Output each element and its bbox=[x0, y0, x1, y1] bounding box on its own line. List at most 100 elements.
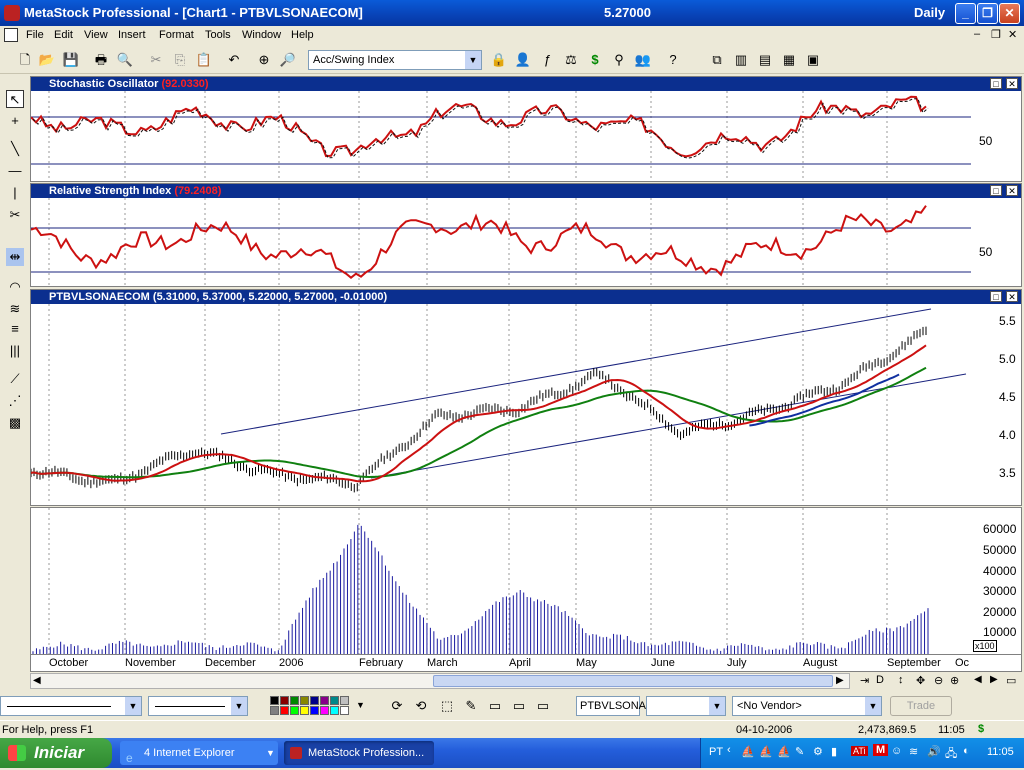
doc-icon[interactable] bbox=[4, 28, 18, 42]
menu-insert[interactable]: Insert bbox=[118, 29, 146, 41]
dollar-icon[interactable]: $ bbox=[586, 51, 604, 69]
panel-maximize-icon[interactable]: □ bbox=[990, 78, 1002, 89]
horizontal-scrollbar[interactable]: ◀ ▶ bbox=[30, 673, 850, 689]
color-swatch[interactable] bbox=[340, 696, 349, 705]
color-swatch[interactable] bbox=[320, 696, 329, 705]
indicator-select[interactable]: Acc/Swing Index ▼ bbox=[308, 50, 482, 70]
tray-pen-icon[interactable]: ✎ bbox=[795, 745, 804, 758]
tray-device-icon[interactable]: ▮ bbox=[831, 745, 837, 758]
new-icon[interactable]: 🗋 bbox=[16, 51, 34, 69]
scroll-right-icon[interactable]: ▶ bbox=[836, 675, 844, 686]
menu-file[interactable]: File bbox=[26, 29, 44, 41]
formula-icon[interactable]: ƒ bbox=[538, 51, 556, 69]
mdi-close-icon[interactable]: ✕ bbox=[1008, 28, 1017, 41]
menu-view[interactable]: View bbox=[84, 29, 108, 41]
menu-help[interactable]: Help bbox=[291, 29, 314, 41]
panel-maximize-icon[interactable]: □ bbox=[990, 185, 1002, 196]
task-internet-explorer[interactable]: e 4 Internet Explorer ▼ bbox=[120, 741, 278, 765]
refresh-icon[interactable]: ⟳ bbox=[388, 697, 406, 715]
layout-3-icon[interactable]: ▭ bbox=[534, 697, 552, 715]
trade-button[interactable]: Trade bbox=[890, 696, 952, 716]
arrange-icon[interactable]: ▣ bbox=[804, 51, 822, 69]
tile-grid-icon[interactable]: ▦ bbox=[780, 51, 798, 69]
zoom-in-icon[interactable]: ⊕ bbox=[950, 674, 959, 687]
color-swatch[interactable] bbox=[270, 706, 279, 715]
panel-close-icon[interactable]: ✕ bbox=[1006, 78, 1018, 89]
color-swatch[interactable] bbox=[270, 696, 279, 705]
open-icon[interactable]: 📂 bbox=[38, 51, 56, 69]
security-field[interactable]: PTBVLSONA bbox=[576, 696, 646, 716]
ati-icon[interactable]: ATi bbox=[851, 746, 868, 756]
start-button[interactable]: Iniciar bbox=[0, 738, 112, 768]
scissors-icon[interactable]: ✂ bbox=[6, 206, 24, 224]
color-swatch[interactable] bbox=[340, 706, 349, 715]
undo-icon[interactable]: ↶ bbox=[225, 51, 243, 69]
volume-panel[interactable]: 60000 50000 40000 30000 20000 10000 x100… bbox=[30, 507, 1022, 672]
tray-app-icon[interactable]: ⛵ bbox=[741, 745, 755, 758]
rsi-panel[interactable]: Relative Strength Index (79.2408) □ ✕ 50 bbox=[30, 183, 1022, 287]
stochastic-panel[interactable]: Stochastic Oscillator (92.0330) □ ✕ 50 bbox=[30, 76, 1022, 182]
color-swatch[interactable] bbox=[300, 706, 309, 715]
line-style-select[interactable]: ▼ bbox=[0, 696, 142, 716]
system-tester-icon[interactable]: ⚖ bbox=[562, 51, 580, 69]
save-icon[interactable]: 💾 bbox=[62, 51, 80, 69]
menu-format[interactable]: Format bbox=[159, 29, 194, 41]
color-swatch[interactable] bbox=[330, 706, 339, 715]
fibonacci-icon[interactable]: ≡ bbox=[6, 320, 24, 338]
speedline-icon[interactable]: ≋ bbox=[6, 300, 24, 318]
copy-icon[interactable]: ⎘ bbox=[171, 51, 189, 69]
people-icon[interactable]: 👥 bbox=[634, 51, 652, 69]
color-palette[interactable] bbox=[270, 696, 354, 716]
panel-close-icon[interactable]: ✕ bbox=[1006, 185, 1018, 196]
raff-icon[interactable]: ⟋ bbox=[6, 370, 24, 388]
vendor-select[interactable]: <No Vendor> ▼ bbox=[732, 696, 882, 716]
tray-back-icon[interactable]: ‹ bbox=[727, 744, 731, 756]
color-swatch[interactable] bbox=[320, 706, 329, 715]
panel-maximize-icon[interactable]: □ bbox=[990, 291, 1002, 302]
print-preview-icon[interactable]: 🔍 bbox=[116, 51, 134, 69]
cross-icon[interactable]: + bbox=[6, 112, 24, 130]
color-swatch[interactable] bbox=[280, 706, 289, 715]
minimize-button[interactable]: _ bbox=[955, 3, 976, 24]
task-metastock[interactable]: MetaStock Profession... bbox=[284, 741, 434, 765]
color-swatch[interactable] bbox=[280, 696, 289, 705]
cycle-icon[interactable]: ◠ bbox=[6, 278, 24, 296]
exchange-select[interactable]: ▼ bbox=[646, 696, 726, 716]
menu-edit[interactable]: Edit bbox=[54, 29, 73, 41]
color-swatch[interactable] bbox=[310, 696, 319, 705]
scroll-end-icon[interactable]: ⇥ bbox=[860, 674, 869, 687]
trendline-icon[interactable]: ╲ bbox=[6, 140, 24, 158]
tray-app-icon[interactable]: ⛵ bbox=[777, 745, 791, 758]
explorer-icon[interactable]: ⚲ bbox=[610, 51, 628, 69]
horizontal-line-icon[interactable]: — bbox=[6, 162, 24, 180]
crosshair-icon[interactable]: ⊕ bbox=[255, 51, 273, 69]
zoom-icon[interactable]: 🔎 bbox=[279, 51, 297, 69]
panel-close-icon[interactable]: ✕ bbox=[1006, 291, 1018, 302]
page-icon[interactable]: ▭ bbox=[1006, 674, 1016, 687]
price-panel[interactable]: PTBVLSONAECOM (5.31000, 5.37000, 5.22000… bbox=[30, 289, 1022, 506]
zoom-out-icon[interactable]: ⊖ bbox=[934, 674, 943, 687]
close-button[interactable]: ✕ bbox=[999, 3, 1020, 24]
tile-horizontal-icon[interactable]: ▤ bbox=[756, 51, 774, 69]
color-swatch[interactable] bbox=[290, 706, 299, 715]
cascade-icon[interactable]: ⧉ bbox=[708, 51, 726, 69]
prev-icon[interactable]: ◀ bbox=[974, 674, 982, 685]
tile-vertical-icon[interactable]: ▥ bbox=[732, 51, 750, 69]
grid-icon[interactable]: ▩ bbox=[6, 414, 24, 432]
pointer-icon[interactable]: ↖ bbox=[6, 90, 24, 108]
menu-window[interactable]: Window bbox=[242, 29, 281, 41]
paste-icon[interactable]: 📋 bbox=[195, 51, 213, 69]
context-help-icon[interactable]: ? bbox=[664, 51, 682, 69]
tray-chat-icon[interactable]: ☺ bbox=[891, 745, 902, 757]
color-swatch[interactable] bbox=[300, 696, 309, 705]
wifi-icon[interactable]: ≋ bbox=[909, 745, 918, 758]
fan-icon[interactable]: ⋰ bbox=[6, 392, 24, 410]
periodicity-icon[interactable]: D bbox=[876, 674, 884, 686]
move-icon[interactable]: ✥ bbox=[916, 674, 925, 687]
menu-tools[interactable]: Tools bbox=[205, 29, 231, 41]
maximize-button[interactable]: ❐ bbox=[977, 3, 998, 24]
cut-icon[interactable]: ✂ bbox=[147, 51, 165, 69]
vertical-line-icon[interactable]: | bbox=[6, 184, 24, 202]
layout-1-icon[interactable]: ▭ bbox=[486, 697, 504, 715]
scroll-thumb[interactable] bbox=[433, 675, 833, 687]
